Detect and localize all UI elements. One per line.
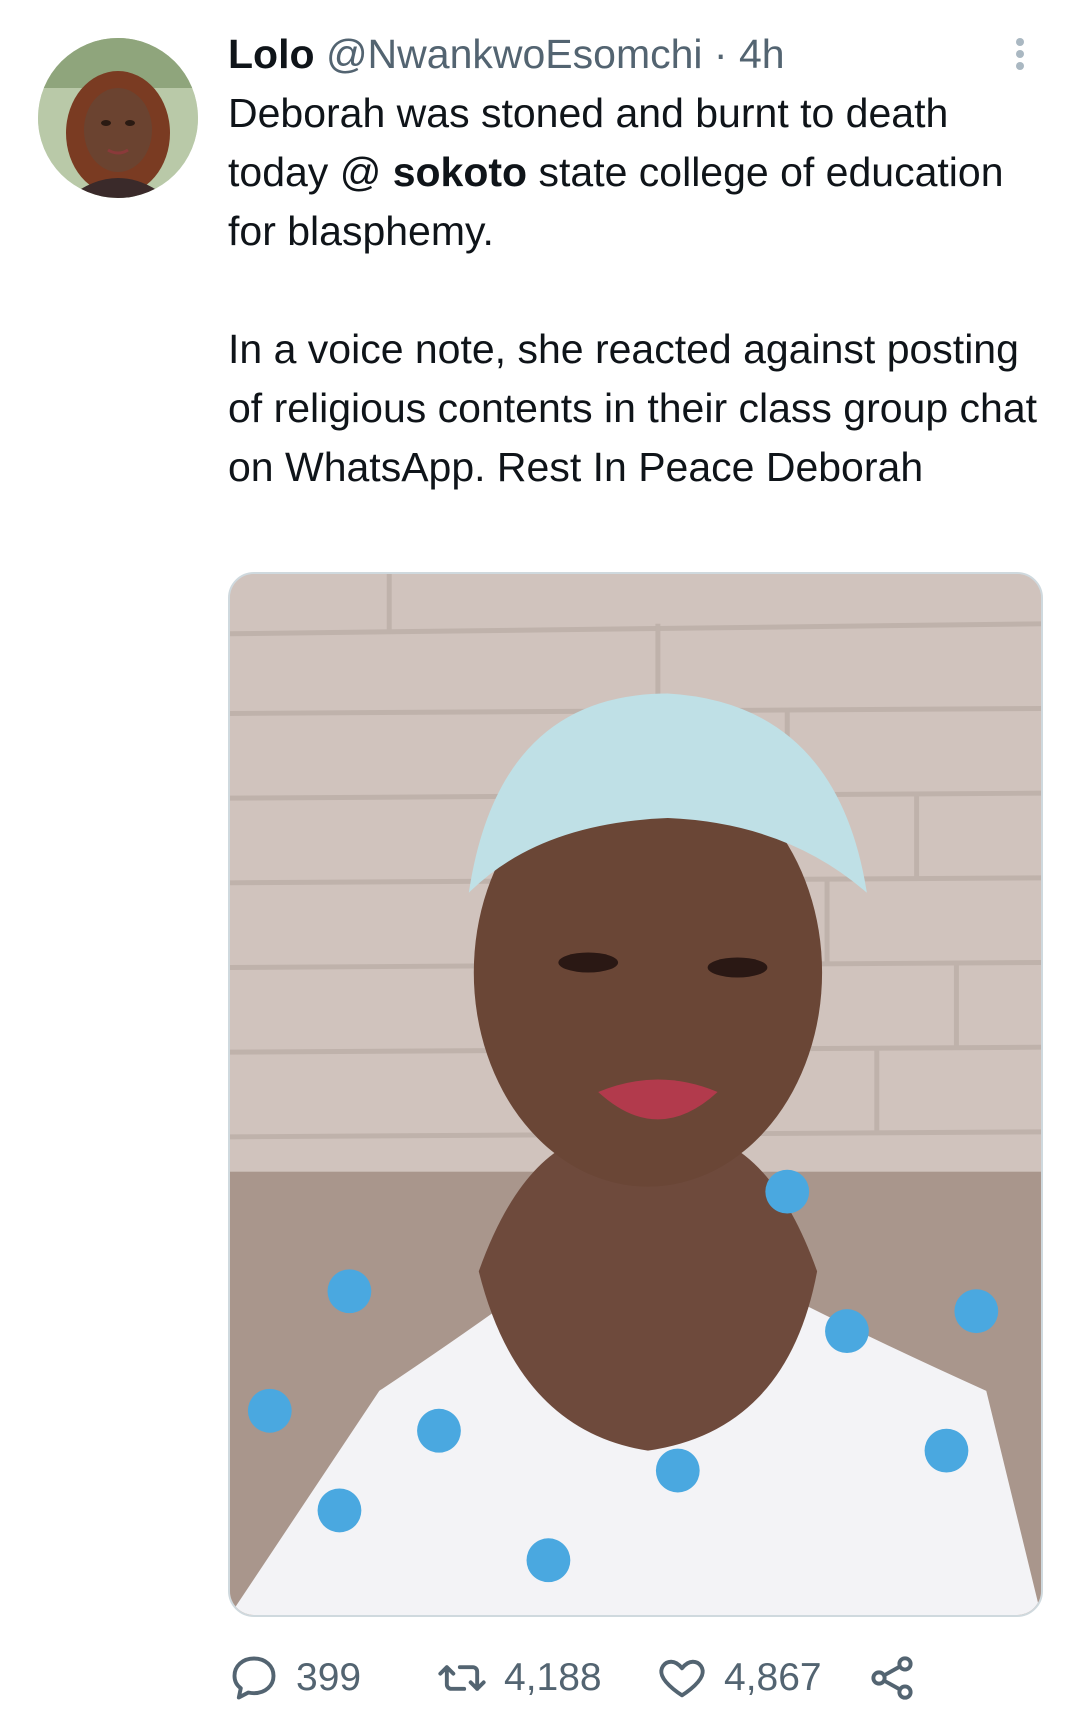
tweet-text: Deborah was stoned and burnt to death to… [228,84,1048,497]
tweet-actions: 399 4,188 4,867 [228,1648,1048,1708]
like-count: 4,867 [724,1656,822,1699]
retweet-button[interactable]: 4,188 [436,1648,602,1708]
more-options-button[interactable] [1000,34,1040,74]
tweet-paragraph-2: In a voice note, she reacted against pos… [228,326,1038,490]
tweet-mention[interactable]: sokoto [393,149,527,195]
share-icon [871,1656,913,1700]
more-vertical-icon [1016,38,1024,70]
share-button[interactable] [866,1648,918,1708]
display-name[interactable]: Lolo [228,31,315,77]
separator-dot: · [713,31,728,77]
avatar[interactable] [38,38,198,198]
user-handle[interactable]: @NwankwoEsomchi [326,31,703,77]
photo-image [230,574,1041,1615]
avatar-image [38,38,198,198]
reply-count: 399 [296,1656,362,1699]
tweet-paragraph-1: Deborah was stoned and burnt to death to… [228,84,1048,261]
tweet-header: Lolo @NwankwoEsomchi · 4h [228,28,785,80]
reply-button[interactable]: 399 [228,1648,361,1708]
reply-icon [232,1656,276,1700]
retweet-icon [438,1665,486,1691]
timestamp[interactable]: 4h [739,31,785,77]
like-button[interactable]: 4,867 [656,1648,822,1708]
tweet-photo[interactable] [228,572,1043,1617]
retweet-count: 4,188 [504,1656,602,1699]
heart-icon [659,1659,705,1698]
